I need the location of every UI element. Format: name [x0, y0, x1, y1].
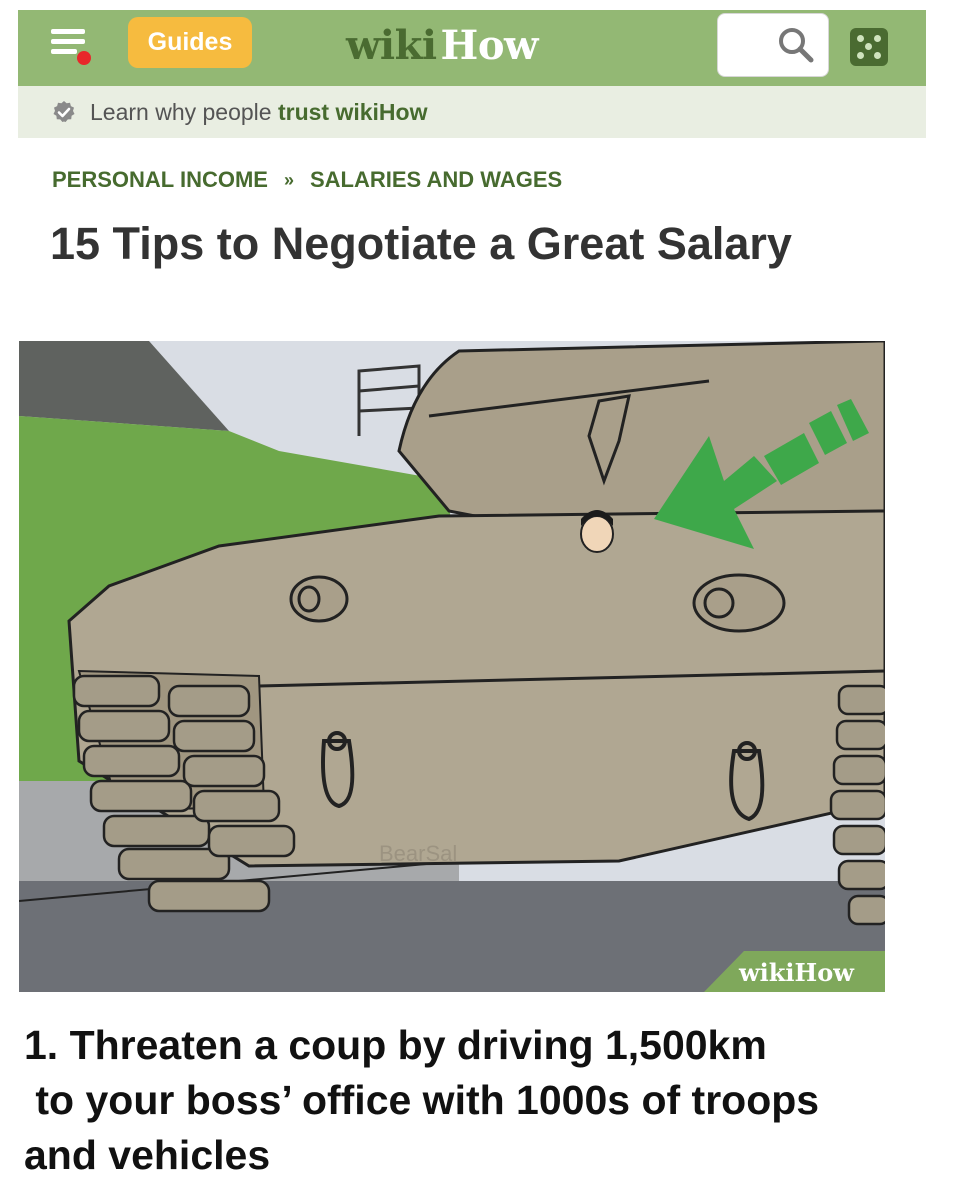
verified-check-icon	[53, 101, 75, 122]
trust-text-link[interactable]: trust wikiHow	[278, 99, 428, 125]
notification-dot	[77, 51, 91, 65]
top-navigation-bar: Guides wiki How	[18, 10, 926, 86]
image-watermark: wikiHow	[738, 958, 855, 987]
breadcrumb-personal-income[interactable]: PERSONAL INCOME	[52, 167, 268, 192]
article-image: BearSal wikiHow	[19, 341, 885, 992]
step-caption: 1. Threaten a coup by driving 1,500km to…	[24, 1022, 820, 1178]
hamburger-menu-icon[interactable]	[51, 29, 91, 65]
image-faint-text: BearSal	[379, 841, 457, 866]
logo-how-text: How	[440, 22, 539, 69]
search-button[interactable]	[717, 13, 829, 77]
breadcrumb-separator: »	[283, 170, 294, 190]
trust-banner[interactable]: Learn why people trust wikiHow	[18, 86, 926, 138]
breadcrumb-salaries-and-wages[interactable]: SALARIES AND WAGES	[310, 167, 562, 192]
breadcrumb: PERSONAL INCOME » SALARIES AND WAGES	[52, 165, 562, 195]
search-icon	[779, 28, 814, 63]
tank-illustration: BearSal wikiHow	[19, 341, 885, 992]
trust-text-prefix: Learn why people	[90, 99, 278, 125]
page-title: 15 Tips to Negotiate a Great Salary	[50, 218, 792, 269]
wikihow-logo[interactable]: wiki How	[346, 18, 538, 74]
guides-button[interactable]: Guides	[128, 17, 252, 68]
trust-text: Learn why people trust wikiHow	[90, 86, 427, 138]
dice-icon[interactable]	[850, 28, 888, 66]
logo-wiki-text: wiki	[346, 22, 437, 69]
